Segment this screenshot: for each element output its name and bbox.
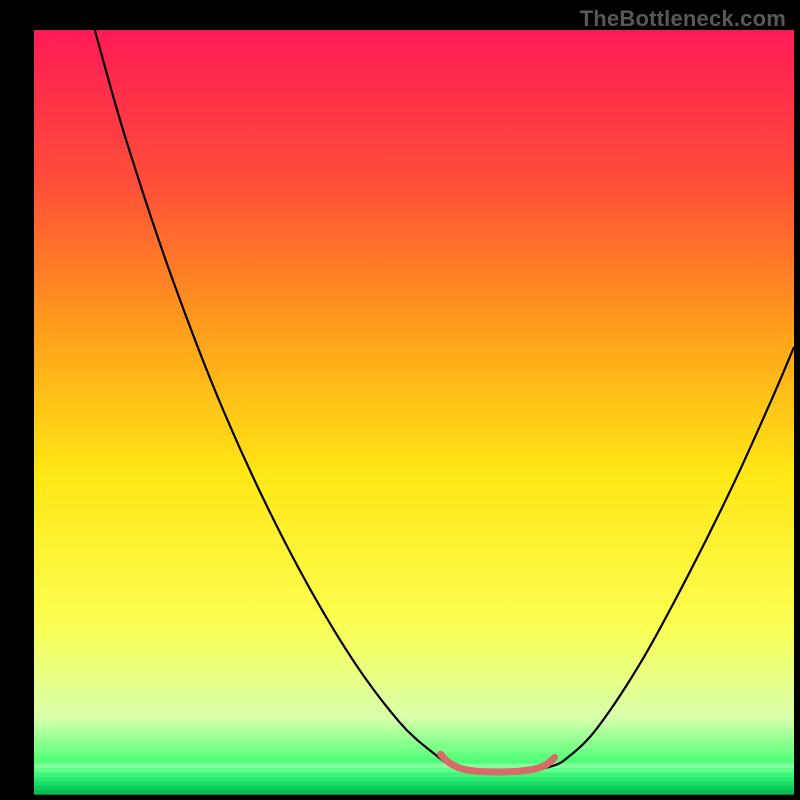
bottleneck-chart [0, 0, 800, 800]
plot-background [34, 30, 794, 794]
chart-frame: TheBottleneck.com [0, 0, 800, 800]
watermark-text: TheBottleneck.com [580, 6, 786, 32]
green-band-group [34, 763, 794, 794]
